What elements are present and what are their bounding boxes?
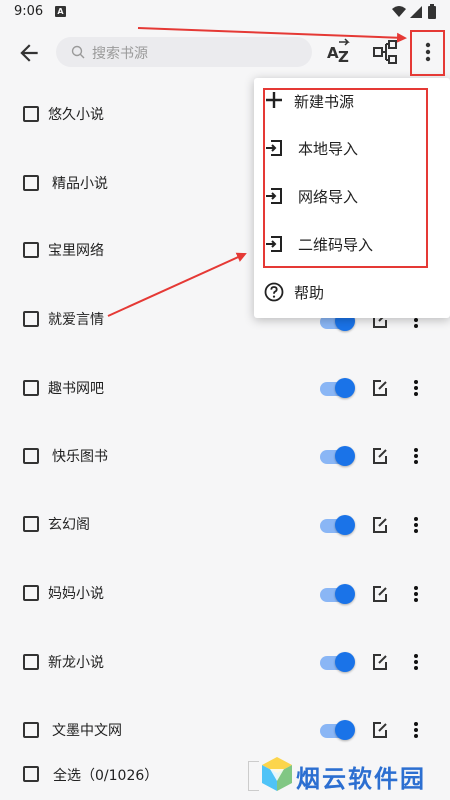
search-input[interactable]: 搜索书源 bbox=[56, 37, 312, 67]
source-name: 精品小说 bbox=[52, 176, 108, 192]
menu-item-help[interactable]: 帮助 bbox=[254, 270, 450, 316]
source-name: 文墨中文网 bbox=[52, 723, 122, 739]
row-checkbox[interactable] bbox=[23, 380, 39, 396]
edit-icon[interactable] bbox=[370, 652, 390, 672]
back-arrow-icon[interactable] bbox=[16, 40, 42, 66]
edit-icon[interactable] bbox=[370, 720, 390, 740]
row-checkbox[interactable] bbox=[23, 106, 39, 122]
annotation-box-menu bbox=[263, 88, 428, 268]
menu-item-label: 帮助 bbox=[294, 284, 325, 302]
toolbar: 搜索书源 A Z bbox=[0, 24, 450, 80]
row-checkbox[interactable] bbox=[23, 585, 39, 601]
notification-a-icon: A bbox=[55, 6, 66, 17]
source-name: 玄幻阁 bbox=[48, 517, 90, 533]
source-name: 妈妈小说 bbox=[48, 586, 104, 602]
enable-switch[interactable] bbox=[320, 720, 355, 740]
search-icon bbox=[71, 45, 85, 59]
row-checkbox[interactable] bbox=[23, 722, 39, 738]
cube-logo-icon bbox=[262, 757, 292, 791]
source-name: 新龙小说 bbox=[48, 655, 104, 671]
more-vert-icon[interactable] bbox=[406, 652, 426, 672]
row-checkbox[interactable] bbox=[23, 242, 39, 258]
source-name: 趣书网吧 bbox=[48, 381, 104, 397]
wifi-icon bbox=[392, 6, 406, 17]
list-item[interactable]: 新龙小说 bbox=[0, 629, 450, 697]
enable-switch[interactable] bbox=[320, 652, 355, 672]
enable-switch[interactable] bbox=[320, 584, 355, 604]
row-checkbox[interactable] bbox=[23, 311, 39, 327]
list-item[interactable]: 玄幻阁 bbox=[0, 492, 450, 560]
signal-icon bbox=[410, 6, 422, 18]
battery-icon bbox=[428, 6, 436, 19]
enable-switch[interactable] bbox=[320, 515, 355, 535]
status-icons bbox=[392, 4, 436, 19]
row-checkbox[interactable] bbox=[23, 654, 39, 670]
source-name: 快乐图书 bbox=[52, 449, 108, 465]
select-all-label[interactable]: 全选（0/1026） bbox=[53, 765, 158, 785]
group-icon[interactable] bbox=[372, 38, 400, 66]
watermark-text: 烟云软件园 bbox=[296, 765, 426, 793]
annotation-box-more bbox=[410, 30, 445, 76]
status-bar: 9:06 A bbox=[0, 0, 450, 24]
edit-icon[interactable] bbox=[370, 515, 390, 535]
source-name: 悠久小说 bbox=[48, 107, 104, 123]
more-vert-icon[interactable] bbox=[406, 720, 426, 740]
svg-text:Z: Z bbox=[338, 48, 349, 66]
enable-switch[interactable] bbox=[320, 378, 355, 398]
row-checkbox[interactable] bbox=[23, 175, 39, 191]
more-vert-icon[interactable] bbox=[406, 446, 426, 466]
watermark: 烟云软件园 bbox=[248, 753, 448, 797]
list-item[interactable]: 快乐图书 bbox=[0, 423, 450, 491]
list-item[interactable]: 趣书网吧 bbox=[0, 355, 450, 423]
sort-az-icon[interactable]: A Z bbox=[326, 38, 354, 66]
help-icon bbox=[264, 282, 284, 302]
edit-icon[interactable] bbox=[370, 584, 390, 604]
edit-icon[interactable] bbox=[370, 446, 390, 466]
edit-icon[interactable] bbox=[370, 378, 390, 398]
list-item[interactable]: 妈妈小说 bbox=[0, 561, 450, 629]
select-all-checkbox[interactable] bbox=[23, 766, 39, 782]
enable-switch[interactable] bbox=[320, 446, 355, 466]
row-checkbox[interactable] bbox=[23, 516, 39, 532]
row-checkbox[interactable] bbox=[23, 448, 39, 464]
more-vert-icon[interactable] bbox=[406, 515, 426, 535]
more-vert-icon[interactable] bbox=[406, 378, 426, 398]
status-time: 9:06 bbox=[14, 4, 44, 19]
source-name: 就爱言情 bbox=[48, 312, 104, 328]
source-name: 宝里网络 bbox=[48, 243, 104, 259]
more-vert-icon[interactable] bbox=[406, 584, 426, 604]
search-placeholder: 搜索书源 bbox=[92, 46, 148, 62]
